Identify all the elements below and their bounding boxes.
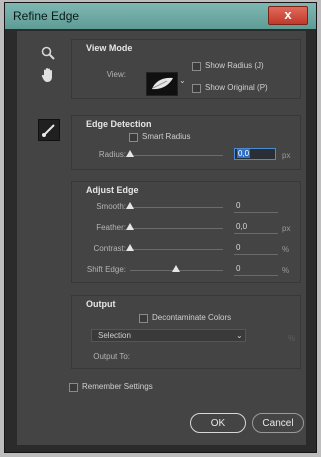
radius-value-field[interactable]: 0,0 bbox=[234, 148, 276, 160]
radius-unit: px bbox=[282, 151, 291, 160]
output-title: Output bbox=[86, 299, 116, 309]
chevron-down-icon[interactable]: ⌄ bbox=[179, 76, 186, 85]
feather-slider-thumb[interactable] bbox=[126, 223, 134, 230]
shift-edge-label: Shift Edge: bbox=[86, 265, 126, 274]
chevron-down-icon: ⌄ bbox=[236, 331, 243, 340]
dialog-body: View Mode View: ⌄ Show Radius (J) Show O… bbox=[17, 31, 306, 445]
output-to-label: Output To: bbox=[93, 352, 130, 361]
radius-label: Radius: bbox=[98, 150, 126, 159]
title-bar[interactable]: Refine Edge x bbox=[5, 3, 316, 29]
leaf-preview-icon bbox=[152, 77, 173, 90]
adjust-edge-title: Adjust Edge bbox=[86, 185, 139, 195]
view-mode-section: View Mode View: ⌄ Show Radius (J) Show O… bbox=[71, 39, 301, 99]
view-label: View: bbox=[106, 70, 126, 79]
close-button[interactable]: x bbox=[268, 6, 308, 25]
feather-label: Feather: bbox=[96, 223, 126, 232]
decontaminate-colors-label: Decontaminate Colors bbox=[152, 313, 232, 322]
contrast-value-field[interactable]: 0 bbox=[234, 242, 278, 255]
refine-radius-brush-icon[interactable] bbox=[38, 119, 60, 141]
show-original-label: Show Original (P) bbox=[205, 83, 268, 92]
amount-unit: % bbox=[288, 334, 296, 343]
remember-settings-label: Remember Settings bbox=[82, 382, 153, 391]
smart-radius-checkbox[interactable] bbox=[129, 133, 138, 142]
smooth-value-field[interactable]: 0 bbox=[234, 200, 278, 213]
radius-slider-thumb[interactable] bbox=[126, 150, 134, 157]
view-mode-preview[interactable] bbox=[146, 72, 178, 96]
zoom-icon[interactable] bbox=[41, 46, 55, 60]
shift-edge-unit: % bbox=[282, 266, 290, 275]
shift-edge-slider-thumb[interactable] bbox=[172, 265, 180, 272]
feather-unit: px bbox=[282, 224, 291, 233]
refine-edge-dialog: Refine Edge x View Mode View: ⌄ Show Rad… bbox=[4, 2, 317, 453]
remember-settings-checkbox[interactable] bbox=[69, 383, 78, 392]
edge-detection-title: Edge Detection bbox=[86, 119, 152, 129]
adjust-edge-section: Adjust Edge Smooth: 0 Feather: 0,0 px Co… bbox=[71, 181, 301, 283]
smart-radius-label: Smart Radius bbox=[142, 132, 191, 141]
contrast-slider-track[interactable] bbox=[130, 249, 223, 250]
show-radius-label: Show Radius (J) bbox=[205, 61, 264, 70]
output-to-selected: Selection bbox=[98, 331, 131, 340]
contrast-unit: % bbox=[282, 245, 290, 254]
shift-edge-value-field[interactable]: 0 bbox=[234, 263, 278, 276]
view-mode-title: View Mode bbox=[86, 43, 133, 53]
show-original-checkbox[interactable] bbox=[192, 84, 201, 93]
smooth-label: Smooth: bbox=[96, 202, 126, 211]
contrast-label: Contrast: bbox=[93, 244, 126, 253]
edge-detection-section: Edge Detection Smart Radius Radius: 0,0 … bbox=[71, 115, 301, 170]
hand-icon[interactable] bbox=[41, 67, 55, 83]
smooth-slider-thumb[interactable] bbox=[126, 202, 134, 209]
smooth-slider-track[interactable] bbox=[130, 207, 223, 208]
dialog-title: Refine Edge bbox=[13, 9, 80, 23]
ok-button[interactable]: OK bbox=[190, 413, 246, 433]
output-to-select[interactable]: Selection ⌄ bbox=[91, 329, 246, 342]
contrast-slider-thumb[interactable] bbox=[126, 244, 134, 251]
feather-value-field[interactable]: 0,0 bbox=[234, 221, 278, 234]
cancel-button[interactable]: Cancel bbox=[252, 413, 304, 433]
radius-slider-track[interactable] bbox=[130, 155, 223, 156]
show-radius-checkbox[interactable] bbox=[192, 62, 201, 71]
feather-slider-track[interactable] bbox=[130, 228, 223, 229]
decontaminate-colors-checkbox[interactable] bbox=[139, 314, 148, 323]
